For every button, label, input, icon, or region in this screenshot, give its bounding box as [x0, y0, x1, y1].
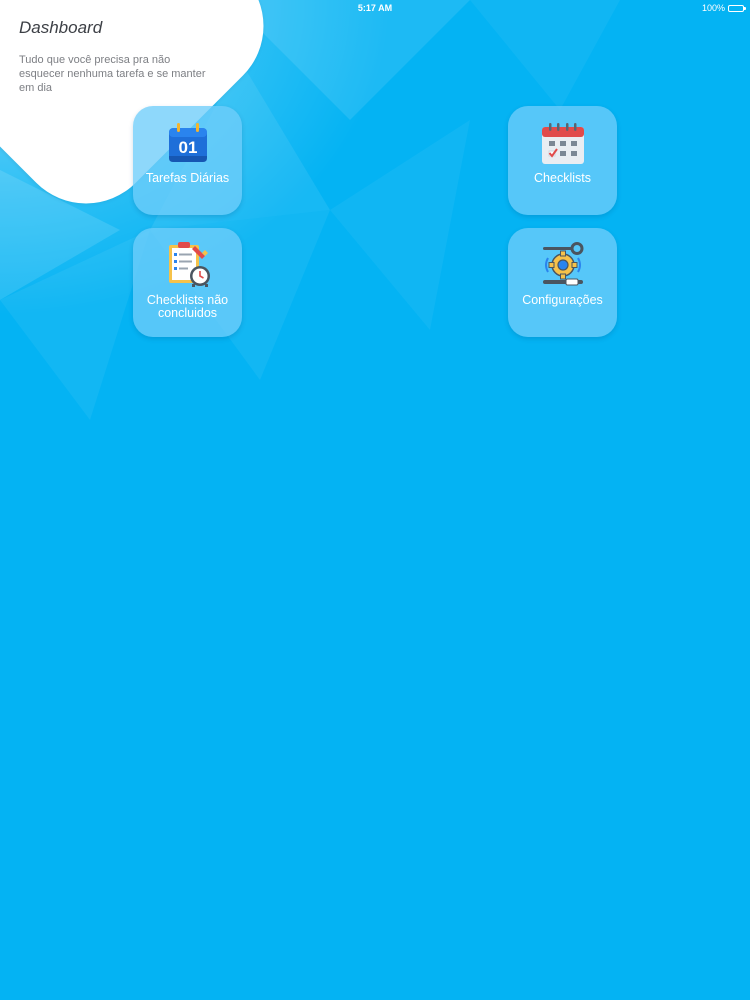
battery-icon	[728, 4, 746, 12]
tile-checklists[interactable]: Checklists	[508, 106, 617, 215]
battery-percent: 100%	[701, 3, 725, 13]
tile-checklists-nao-concluidos[interactable]: Checklists não concluidos	[133, 228, 242, 337]
clipboard-clock-icon	[168, 242, 210, 287]
tile-configuracoes[interactable]: Configurações	[508, 228, 617, 337]
tile-label: Configurações	[522, 293, 603, 307]
tile-label: Checklists não concluidos	[146, 293, 229, 320]
calendar-grid-icon	[541, 123, 584, 164]
tile-label: Checklists	[534, 171, 591, 185]
svg-text:01: 01	[178, 138, 197, 157]
calendar-day-icon: 01	[168, 123, 207, 162]
status-battery: 100%	[701, 3, 746, 13]
tile-label: Tarefas Diárias	[145, 171, 230, 185]
page-subtitle: Tudo que você precisa pra não esquecer n…	[19, 54, 206, 94]
gear-wrench-icon	[542, 242, 583, 286]
page-title: Dashboard	[19, 18, 103, 37]
tile-tarefas-diarias[interactable]: 01 Tarefas Diárias	[133, 106, 242, 215]
